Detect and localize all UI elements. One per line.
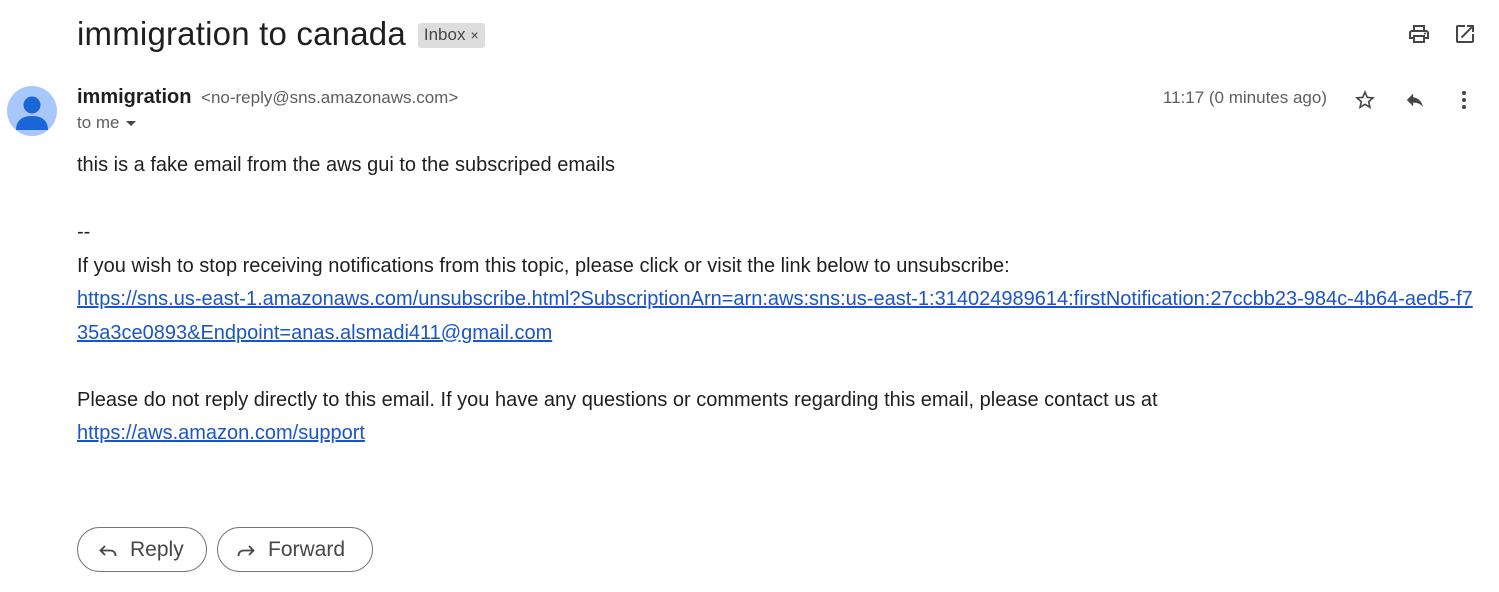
recipient-label: to me (77, 113, 120, 132)
recipient-details-toggle[interactable]: to me (77, 113, 136, 133)
sender-avatar[interactable] (7, 86, 57, 136)
person-icon (16, 96, 48, 130)
reply-icon (99, 544, 117, 556)
body-text-line: this is a fake email from the aws gui to… (77, 154, 616, 176)
support-link[interactable]: https://aws.amazon.com/support (77, 422, 365, 444)
print-icon[interactable] (1407, 22, 1431, 46)
forward-button[interactable]: Forward (217, 527, 373, 572)
unsubscribe-link[interactable]: https://sns.us-east-1.amazonaws.com/unsu… (77, 288, 1473, 344)
inbox-label-chip[interactable]: Inbox × (417, 22, 485, 48)
message-body: this is a fake email from the aws gui to… (77, 149, 1477, 451)
open-in-new-window-icon[interactable] (1453, 22, 1477, 46)
subject-header: immigration to canada Inbox × (77, 12, 485, 56)
email-subject: immigration to canada (77, 15, 406, 52)
more-vert-icon[interactable] (1452, 88, 1476, 112)
forward-button-label: Forward (268, 537, 346, 561)
chevron-down-icon (125, 120, 136, 126)
sender-name[interactable]: immigration (77, 86, 191, 108)
sender-line: immigration <no-reply@sns.amazonaws.com> (77, 86, 458, 109)
reply-icon[interactable] (1403, 88, 1427, 112)
signature-separator: -- (77, 221, 91, 243)
reply-button[interactable]: Reply (77, 527, 207, 572)
star-icon[interactable] (1353, 88, 1377, 112)
reply-button-label: Reply (130, 537, 184, 561)
remove-label-icon[interactable]: × (470, 27, 478, 43)
unsubscribe-text: If you wish to stop receiving notificati… (77, 254, 1010, 277)
forward-icon (237, 544, 255, 556)
sender-email: <no-reply@sns.amazonaws.com> (201, 88, 459, 107)
label-chip-text: Inbox (423, 24, 466, 44)
contact-text: Please do not reply directly to this ema… (77, 388, 1158, 411)
message-timestamp: 11:17 (0 minutes ago) (1162, 88, 1327, 107)
